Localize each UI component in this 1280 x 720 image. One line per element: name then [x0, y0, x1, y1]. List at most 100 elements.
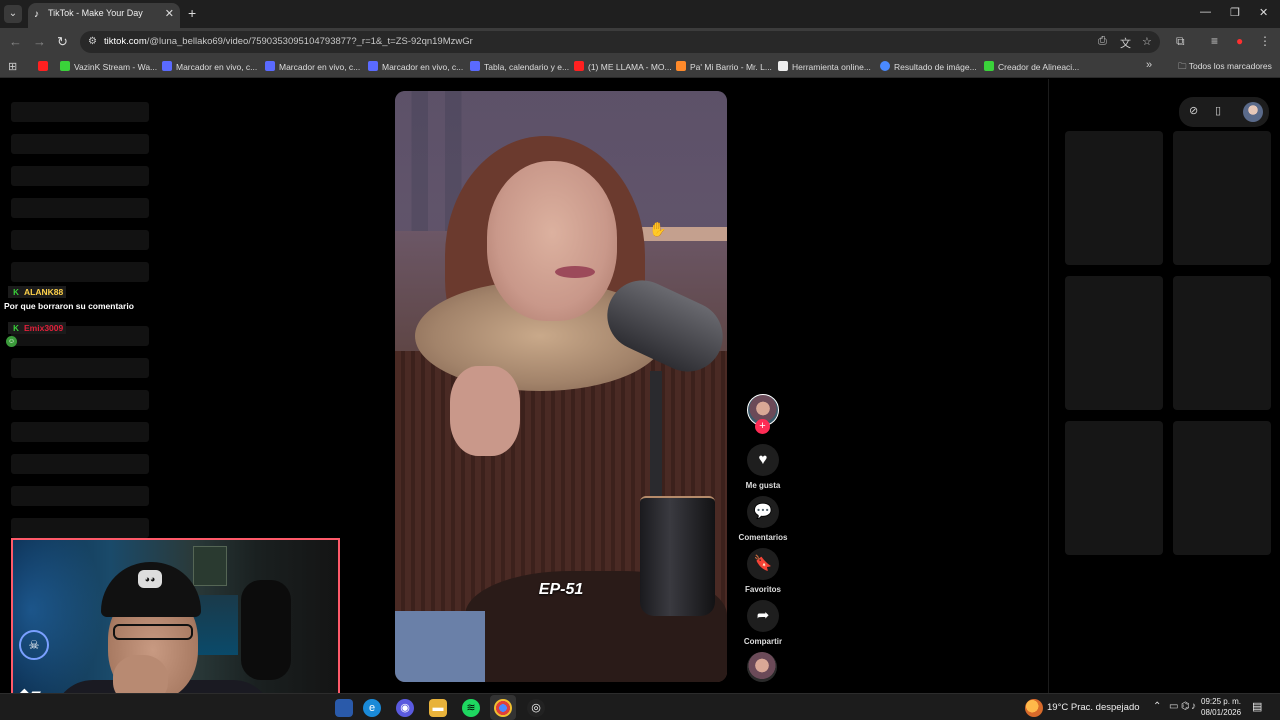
site-info-icon[interactable]: ⚙ — [88, 36, 100, 48]
bookmark-item[interactable]: Marcador en vivo, c... — [368, 61, 463, 73]
bookmark-item[interactable]: VazinK Stream - Wa... — [60, 61, 157, 73]
bookmark-label: Herramienta online... — [792, 62, 871, 72]
file-explorer-icon[interactable]: ▬ — [429, 699, 447, 717]
network-icon[interactable]: ⌬ — [1181, 701, 1190, 712]
bookmark-item[interactable]: Tabla, calendario y e... — [470, 61, 569, 73]
webcam-poster — [193, 546, 227, 586]
windows-taskbar: e ◉ ▬ ≋ ◎ 19°C Prac. despejado ⌃ ▭ ⌬ ♪ 0… — [0, 693, 1280, 720]
video-person-lips — [555, 266, 595, 278]
comments-label: Comentarios — [738, 533, 788, 542]
webcam-chair — [241, 580, 291, 680]
channel-logo-icon: ☠ — [19, 630, 49, 660]
discord-icon[interactable]: ◉ — [396, 699, 414, 717]
chrome-icon[interactable] — [494, 699, 512, 717]
bookmark-icon[interactable]: 🔖 — [747, 548, 779, 580]
weather-icon[interactable] — [1025, 699, 1043, 717]
like-heart-icon[interactable]: ♥ — [747, 444, 779, 476]
phone-icon[interactable]: ▯ — [1215, 104, 1221, 117]
window-close-button[interactable]: ✕ — [1259, 6, 1268, 19]
bookmark-item[interactable]: Resultado de imáge... — [880, 61, 977, 73]
sidebar-placeholder — [11, 166, 149, 186]
chat-username: K Emix3009 — [8, 322, 67, 334]
weather-text[interactable]: 19°C Prac. despejado — [1047, 702, 1140, 713]
new-tab-button[interactable]: + — [188, 5, 196, 21]
tray-chevron-icon[interactable]: ⌃ — [1153, 701, 1161, 712]
bookmark-item[interactable]: Marcador en vivo, c... — [162, 61, 257, 73]
taskbar-app-icon[interactable] — [335, 699, 353, 717]
bookmark-label: Resultado de imáge... — [894, 62, 977, 72]
share-icon[interactable]: ➦ — [747, 600, 779, 632]
browser-toolbar: ← → ↻ ⚙ tiktok.com/@luna_bellako69/video… — [0, 28, 1280, 56]
bookmark-label: Tabla, calendario y e... — [484, 62, 570, 72]
restore-button[interactable]: ❐ — [1230, 6, 1240, 19]
bookmark-favicon-icon — [984, 61, 994, 71]
bookmark-star-icon[interactable]: ☆ — [1142, 35, 1152, 48]
url-text[interactable]: tiktok.com/@luna_bellako69/video/7590353… — [104, 36, 473, 47]
compass-icon[interactable]: ⊘ — [1189, 104, 1198, 117]
notification-icon[interactable]: ▤ — [1252, 700, 1262, 713]
bookmark-favicon-icon — [470, 61, 480, 71]
bookmark-label: VazinK Stream - Wa... — [74, 62, 158, 72]
all-bookmarks-folder[interactable]: 🗀 Todos los marcadores — [1178, 61, 1272, 75]
tiktok-favicon-icon: ♪ — [34, 9, 39, 20]
recommended-placeholder — [1173, 421, 1271, 555]
volume-icon[interactable]: ♪ — [1191, 701, 1196, 712]
bookmark-label: Marcador en vivo, c... — [176, 62, 258, 72]
profile-icon[interactable]: ● — [1236, 34, 1243, 48]
music-disc-icon[interactable] — [747, 652, 777, 682]
more-bookmarks-icon[interactable]: » — [1146, 59, 1152, 71]
bookmark-label: Creador de Alineaci... — [998, 62, 1080, 72]
comment-icon[interactable]: 💬 — [747, 496, 779, 528]
forward-button[interactable]: → — [33, 34, 46, 49]
bookmark-label: Marcador en vivo, c... — [382, 62, 464, 72]
address-bar[interactable]: ⚙ tiktok.com/@luna_bellako69/video/75903… — [80, 31, 1160, 53]
recommended-placeholder — [1065, 276, 1163, 410]
recommended-placeholder — [1065, 131, 1163, 265]
back-button[interactable]: ← — [9, 34, 22, 49]
bookmark-favicon-icon — [778, 61, 788, 71]
menu-icon[interactable]: ⋮ — [1259, 34, 1271, 48]
google-icon — [880, 61, 890, 71]
bookmark-youtube[interactable] — [38, 61, 52, 73]
clock-date[interactable]: 08/01/2026 — [1201, 708, 1241, 717]
video-person-hand — [450, 366, 520, 456]
tab-search-button[interactable]: ⌄ — [4, 5, 22, 23]
chat-username-text: Emix3009 — [24, 323, 64, 333]
reload-button[interactable]: ↻ — [57, 34, 68, 50]
bookmark-item[interactable]: (1) ME LLAMA - MO... — [574, 61, 672, 73]
apps-grid-icon[interactable]: ⊞ — [8, 60, 17, 73]
minimize-button[interactable]: — — [1200, 6, 1211, 18]
chat-message: Por que borraron su comentario — [4, 301, 134, 311]
obs-icon[interactable]: ◎ — [527, 699, 545, 717]
bookmark-item[interactable]: Pa' Mi Barrio - Mr. L... — [676, 61, 772, 73]
sidebar-placeholder — [11, 390, 149, 410]
kick-badge-icon: K — [11, 288, 21, 298]
tab-strip: ⌄ ♪ TikTok - Make Your Day ✕ + — ❐ ✕ — [0, 0, 1280, 28]
bookmark-label: Marcador en vivo, c... — [279, 62, 361, 72]
bookmark-item[interactable]: Creador de Alineaci... — [984, 61, 1079, 73]
sidebar-placeholder — [11, 518, 149, 538]
follow-button[interactable]: + — [755, 419, 770, 434]
translate-icon[interactable]: 文 — [1120, 35, 1131, 51]
clock-time[interactable]: 09:25 p. m. — [1201, 697, 1241, 706]
user-avatar[interactable] — [1243, 102, 1263, 122]
extensions-icon[interactable]: ⧉ — [1176, 34, 1185, 49]
tab-close-icon[interactable]: ✕ — [165, 7, 174, 20]
spotify-icon[interactable]: ≋ — [462, 699, 480, 717]
video-player[interactable]: EP-51 — [395, 91, 727, 682]
install-app-icon[interactable]: ⎙ — [1098, 35, 1107, 48]
media-controls-icon[interactable]: ≡ — [1211, 34, 1218, 48]
tab-title: TikTok - Make Your Day — [48, 8, 143, 18]
url-path: /@luna_bellako69/video/75903530951047938… — [146, 36, 473, 47]
sidebar-placeholder — [11, 358, 149, 378]
folder-icon: 🗀 — [1178, 61, 1189, 71]
battery-icon[interactable]: ▭ — [1169, 701, 1178, 712]
edge-icon[interactable]: e — [363, 699, 381, 717]
bookmark-favicon-icon — [368, 61, 378, 71]
bookmark-item[interactable]: Marcador en vivo, c... — [265, 61, 360, 73]
video-jeans — [395, 611, 485, 682]
sidebar-placeholder — [11, 198, 149, 218]
bookmark-item[interactable]: Herramienta online... — [778, 61, 871, 73]
favorites-label: Favoritos — [744, 585, 781, 594]
active-tab[interactable]: ♪ TikTok - Make Your Day ✕ — [28, 3, 180, 28]
